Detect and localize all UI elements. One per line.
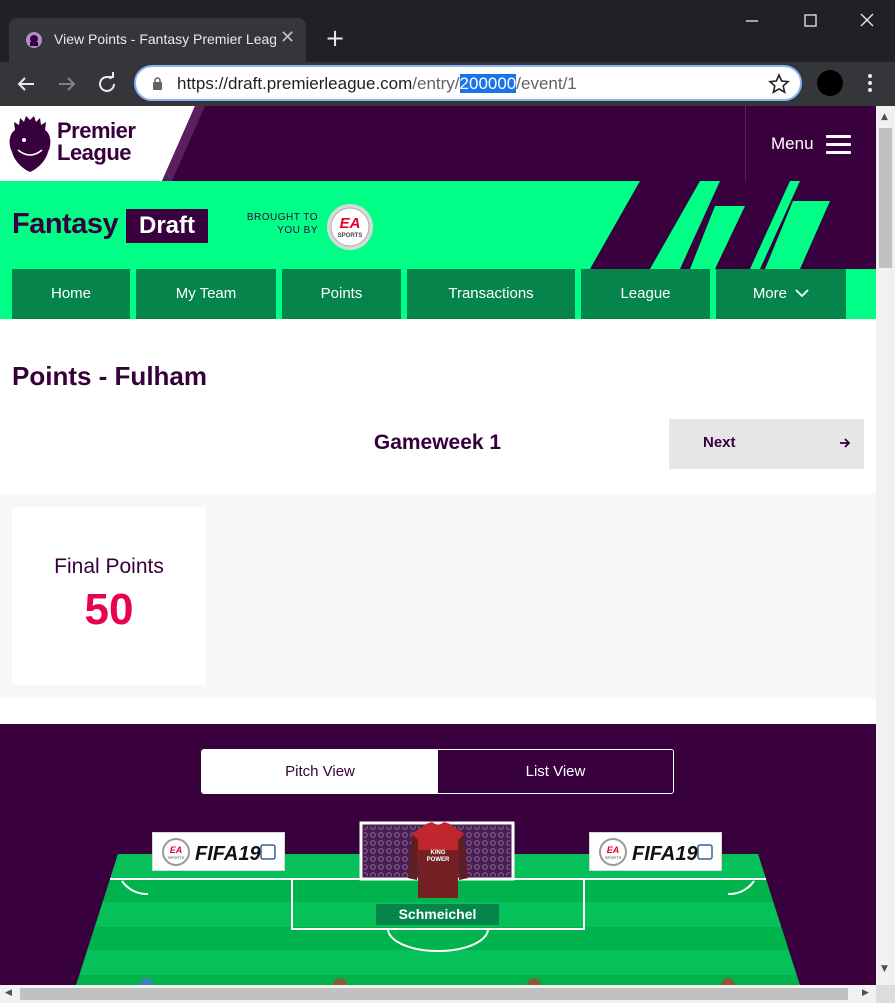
site-header: Premier League Menu	[0, 106, 876, 181]
points-summary-section: Final Points 50	[0, 494, 876, 698]
menu-divider	[745, 106, 746, 181]
svg-text:SPORTS: SPORTS	[168, 855, 185, 860]
scroll-down-arrow-icon[interactable]: ▼	[881, 964, 888, 974]
scroll-right-arrow-icon[interactable]: ▶	[862, 988, 869, 998]
menu-button[interactable]: Menu	[771, 134, 814, 154]
nav-home[interactable]: Home	[12, 269, 130, 319]
kebab-menu-icon[interactable]	[860, 71, 880, 95]
bookmark-star-icon[interactable]	[768, 73, 790, 95]
fantasy-draft-banner: Fantasy Draft BROUGHT TO YOU BY EA SPORT…	[0, 181, 876, 319]
page-title: Points - Fulham	[12, 361, 207, 391]
nav-more[interactable]: More	[716, 269, 846, 319]
forward-arrow-icon[interactable]	[53, 70, 81, 98]
lock-icon	[153, 77, 162, 90]
browser-tab-bar: View Points - Fantasy Premier League ✕ +	[0, 0, 895, 62]
tab-title: View Points - Fantasy Premier League	[54, 31, 276, 47]
chevron-down-icon	[795, 289, 809, 298]
close-tab-icon[interactable]: ✕	[280, 29, 295, 47]
ea-sports-badge-icon[interactable]: EA SPORTS	[326, 203, 374, 251]
browser-tab[interactable]: View Points - Fantasy Premier League ✕	[9, 18, 306, 62]
horizontal-scroll-thumb[interactable]	[20, 988, 848, 1000]
nav-more-label: More	[752, 285, 787, 302]
ad-board-right: EA SPORTS FIFA19	[589, 832, 722, 871]
svg-text:SPORTS: SPORTS	[338, 233, 363, 239]
pitch-section: Pitch View List View EA SPORTS FIFA19 EA…	[0, 724, 876, 985]
horizontal-scrollbar[interactable]: ◀ ▶	[0, 985, 876, 1003]
svg-text:EA: EA	[170, 845, 183, 855]
draft-logo-text: Draft	[126, 209, 208, 243]
scrollbar-corner	[876, 985, 895, 1003]
svg-text:EA: EA	[340, 215, 361, 232]
view-toggle: Pitch View List View	[201, 749, 674, 794]
reload-icon[interactable]	[93, 70, 121, 98]
sponsor-caption-line-2: YOU BY	[277, 225, 318, 236]
nav-points[interactable]: Points	[282, 269, 401, 319]
arrow-right-icon	[840, 438, 851, 448]
next-gameweek-button[interactable]: Next	[669, 419, 864, 469]
sponsor-caption-line-1: BROUGHT TO	[246, 212, 318, 223]
final-points-card: Final Points 50	[12, 507, 206, 685]
list-view-tab[interactable]: List View	[438, 750, 673, 793]
svg-text:POWER: POWER	[427, 857, 450, 863]
premier-league-lion-icon[interactable]	[8, 116, 52, 172]
gameweek-title: Gameweek 1	[373, 431, 502, 454]
pitch-view-tab[interactable]: Pitch View	[202, 750, 438, 793]
nav-transactions[interactable]: Transactions	[407, 269, 575, 319]
url-text[interactable]: https://draft.premierleague.com/entry/20…	[177, 74, 577, 94]
nav-league[interactable]: League	[581, 269, 710, 319]
hamburger-icon[interactable]	[826, 135, 851, 155]
minimize-icon[interactable]	[740, 10, 764, 32]
premier-league-favicon-icon	[26, 32, 42, 48]
player-name-schmeichel[interactable]: Schmeichel	[376, 904, 499, 925]
back-arrow-icon[interactable]	[12, 70, 40, 98]
brand-line-1: Premier	[57, 118, 136, 143]
svg-text:FIFA19: FIFA19	[195, 843, 261, 865]
next-label: Next	[703, 434, 736, 451]
svg-text:KING: KING	[431, 850, 446, 856]
sponsor-caption: BROUGHT TO YOU BY	[232, 211, 318, 237]
svg-text:SPORTS: SPORTS	[605, 855, 622, 860]
new-tab-button[interactable]: +	[325, 26, 345, 50]
nav-my-team[interactable]: My Team	[136, 269, 276, 319]
close-window-icon[interactable]	[855, 10, 879, 32]
vertical-scroll-thumb[interactable]	[879, 128, 892, 268]
premier-league-wordmark[interactable]: Premier League	[57, 118, 136, 165]
ea-fifa-ad-icon: EA SPORTS FIFA19	[599, 838, 713, 866]
scroll-left-arrow-icon[interactable]: ◀	[5, 988, 12, 998]
svg-text:FIFA19: FIFA19	[632, 843, 698, 865]
goalkeeper-shirt-icon[interactable]: KING POWER	[406, 820, 470, 902]
final-points-value: 50	[84, 585, 134, 634]
profile-avatar[interactable]	[817, 70, 843, 96]
browser-toolbar: https://draft.premierleague.com/entry/20…	[0, 62, 895, 106]
address-bar[interactable]: https://draft.premierleague.com/entry/20…	[134, 65, 802, 101]
ad-board-left: EA SPORTS FIFA19	[152, 832, 285, 871]
svg-text:EA: EA	[607, 845, 620, 855]
final-points-label: Final Points	[54, 555, 164, 578]
vertical-scrollbar[interactable]: ▲ ▼	[876, 106, 895, 985]
brand-line-2: League	[57, 140, 132, 165]
maximize-icon[interactable]	[798, 10, 822, 32]
scroll-up-arrow-icon[interactable]: ▲	[881, 112, 888, 122]
ea-fifa-ad-icon: EA SPORTS FIFA19	[162, 838, 276, 866]
fantasy-logo-text: Fantasy	[12, 208, 119, 240]
page-viewport: Premier League Menu Fantasy Draft BROUGH…	[0, 106, 876, 985]
